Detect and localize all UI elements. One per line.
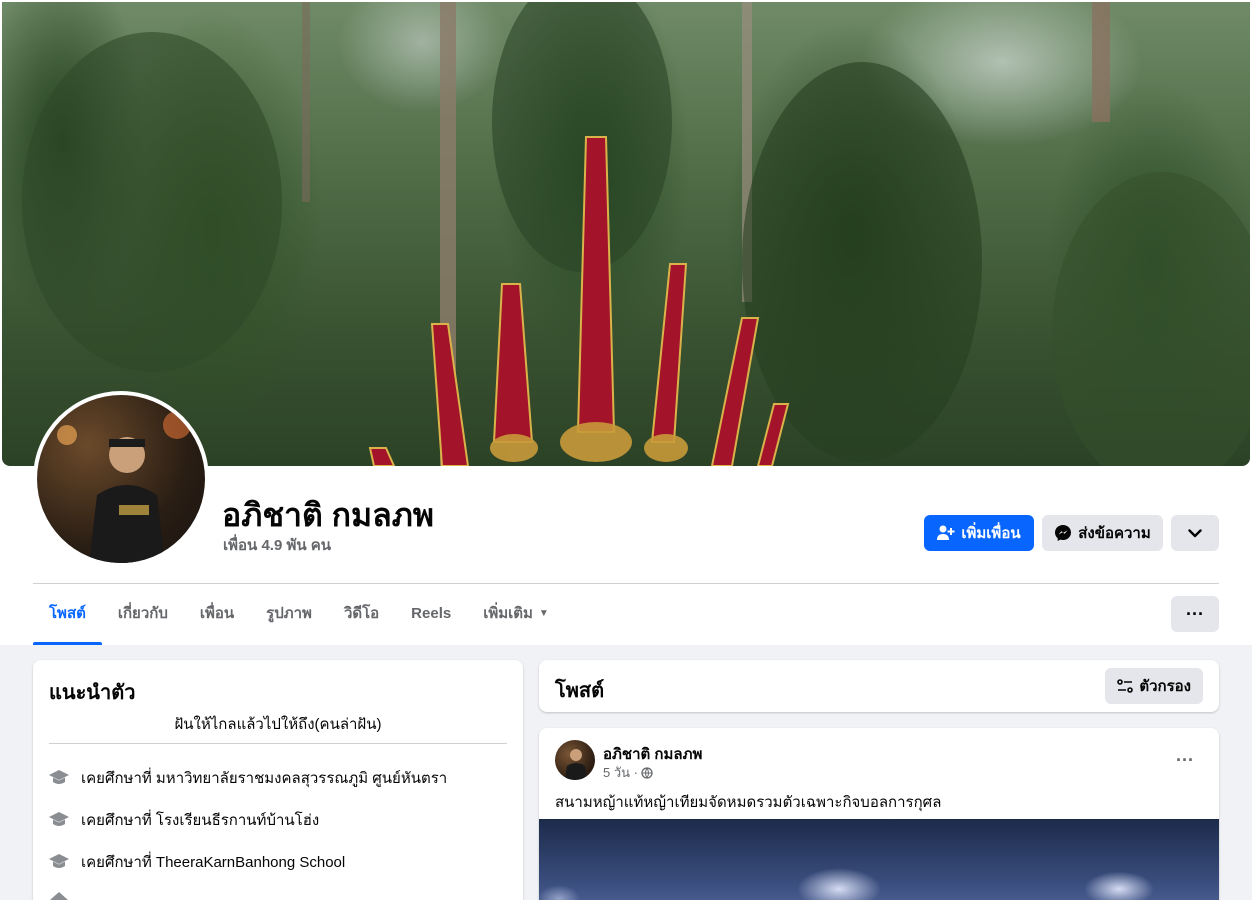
intro-item-text: เคยศึกษาที่ โรงเรียนธีรกานท์บ้านโฮ่ง (81, 812, 320, 829)
chevron-down-icon (1188, 528, 1202, 537)
intro-bio: ฝันให้ไกลแล้วไปให้ถึง(คนล่าฝัน) (174, 716, 382, 733)
send-message-label: ส่งข้อความ (1078, 525, 1151, 542)
posts-header-card: โพสต์ ตัวกรอง (539, 660, 1219, 712)
filter-icon (1117, 679, 1134, 693)
intro-item-education: เคยศึกษาที่ มหาวิทยาลัยราชมงคลสุวรรณภูมิ… (49, 766, 447, 790)
add-friend-label: เพิ่มเพื่อน (961, 525, 1021, 542)
add-friend-icon (937, 525, 955, 540)
tab-label: โพสต์ (49, 605, 86, 622)
intro-divider (49, 743, 507, 744)
filter-label: ตัวกรอง (1139, 678, 1191, 695)
filter-button[interactable]: ตัวกรอง (1105, 668, 1203, 704)
caret-down-icon: ▼ (538, 608, 549, 619)
graduation-cap-icon (49, 852, 69, 872)
post-text: สนามหญ้าแท้หญ้าเทียมจัดหมดรวมตัวเฉพาะกิจ… (555, 794, 942, 811)
graduation-cap-icon (49, 768, 69, 788)
tab-label: เพิ่มเติม (483, 605, 533, 622)
tab-label: เพื่อน (199, 605, 235, 622)
intro-item-text: เคยศึกษาที่ TheeraKarnBanhong School (81, 854, 346, 871)
home-icon (49, 890, 69, 900)
tab-label: เกี่ยวกับ (117, 605, 168, 622)
cover-photo[interactable] (2, 2, 1250, 466)
post-timestamp[interactable]: 5 วัน · (603, 762, 638, 783)
tab-reels[interactable]: Reels (395, 594, 467, 645)
header-divider (33, 583, 1219, 584)
cover-photo-illustration (22, 2, 1250, 466)
tabs-more-options-button[interactable]: ··· (1171, 596, 1219, 632)
tab-photos[interactable]: รูปภาพ (250, 594, 328, 645)
profile-tabs: โพสต์ เกี่ยวกับ เพื่อน รูปภาพ วิดีโอ Ree… (33, 594, 565, 645)
tab-label: Reels (411, 605, 452, 622)
tab-more[interactable]: เพิ่มเติม ▼ (467, 594, 565, 645)
messenger-icon (1055, 525, 1072, 541)
tab-friends[interactable]: เพื่อน (184, 594, 250, 645)
more-dots-icon: ··· (1186, 603, 1204, 624)
profile-more-button[interactable] (1171, 515, 1219, 551)
intro-card: แนะนำตัว ฝันให้ไกลแล้วไปให้ถึง(คนล่าฝัน)… (33, 660, 523, 900)
post-photo[interactable] (539, 819, 1219, 900)
add-friend-button[interactable]: เพิ่มเพื่อน (924, 515, 1034, 551)
post-meta: 5 วัน · (603, 762, 653, 783)
post-options-button[interactable]: ··· (1167, 742, 1203, 778)
tab-label: รูปภาพ (266, 605, 312, 622)
post-card: อภิชาติ กมลภพ 5 วัน · ··· สนามหญ้าแท้หญ้… (539, 728, 1219, 900)
intro-item-text: เคยศึกษาที่ มหาวิทยาลัยราชมงคลสุวรรณภูมิ… (81, 770, 448, 787)
tab-about[interactable]: เกี่ยวกับ (102, 594, 184, 645)
intro-item-education: เคยศึกษาที่ TheeraKarnBanhong School (49, 850, 345, 874)
profile-picture[interactable] (33, 391, 209, 567)
posts-title: โพสต์ (555, 680, 605, 702)
send-message-button[interactable]: ส่งข้อความ (1042, 515, 1163, 551)
intro-item-education: เคยศึกษาที่ โรงเรียนธีรกานท์บ้านโฮ่ง (49, 808, 319, 832)
tab-label: วิดีโอ (343, 605, 380, 622)
globe-icon (641, 766, 653, 779)
graduation-cap-icon (49, 810, 69, 830)
friends-count[interactable]: เพื่อน 4.9 พัน คน (223, 533, 331, 557)
intro-title: แนะนำตัว (49, 682, 136, 704)
tab-videos[interactable]: วิดีโอ (328, 594, 395, 645)
profile-picture-image (37, 395, 205, 563)
tab-posts[interactable]: โพสต์ (33, 594, 102, 645)
post-author-avatar[interactable] (555, 740, 595, 780)
intro-item-home (49, 890, 69, 900)
more-dots-icon: ··· (1176, 749, 1194, 770)
